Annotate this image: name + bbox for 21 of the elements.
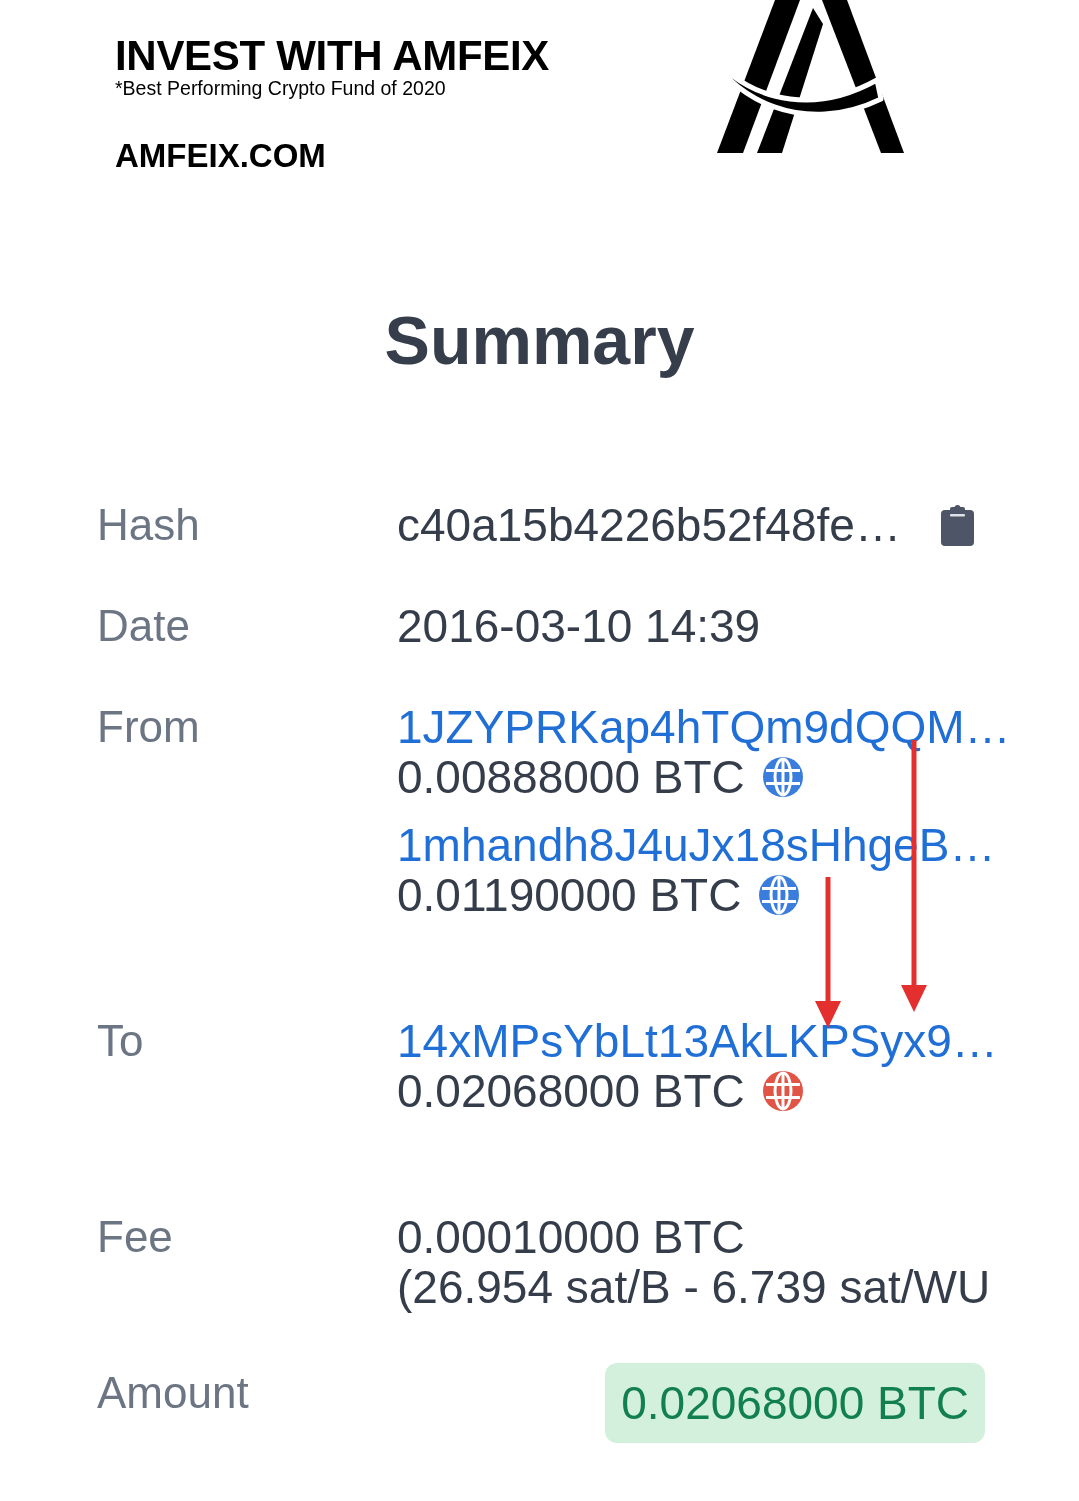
field-value: 2016-03-10 14:39: [397, 600, 761, 652]
banner-title: INVEST WITH AMFEIX: [115, 35, 550, 77]
hash-value: c40a15b4226b52f48fe…: [397, 500, 901, 550]
field-label: Fee: [97, 1212, 174, 1263]
field-label: Amount: [97, 1368, 250, 1419]
banner-tagline: *Best Performing Crypto Fund of 2020: [115, 77, 446, 99]
field-label: From: [97, 702, 201, 753]
amount-text: 0.02068000 BTC: [397, 1066, 745, 1116]
clipboard-icon[interactable]: [940, 504, 974, 546]
amount-badge: 0.02068000 BTC: [605, 1363, 985, 1443]
fee-text: (26.954 sat/B - 6.739 sat/WU: [397, 1261, 991, 1313]
website-text: AMFEIX.COM: [115, 138, 326, 174]
field-label: To: [97, 1016, 145, 1067]
field-label: Hash: [97, 500, 201, 550]
address-link[interactable]: 14xMPsYbLt13AkLKPSyx9…: [397, 1015, 998, 1067]
page-heading: Summary: [384, 301, 695, 380]
fee-text: 0.00010000 BTC: [397, 1211, 745, 1263]
field-label: Date: [97, 601, 191, 651]
address-link[interactable]: 1JZYPRKap4hTQm9dQQM…: [397, 701, 1011, 753]
amount-text: 0.00888000 BTC: [397, 752, 745, 802]
amount-text: 0.01190000 BTC: [397, 870, 742, 920]
